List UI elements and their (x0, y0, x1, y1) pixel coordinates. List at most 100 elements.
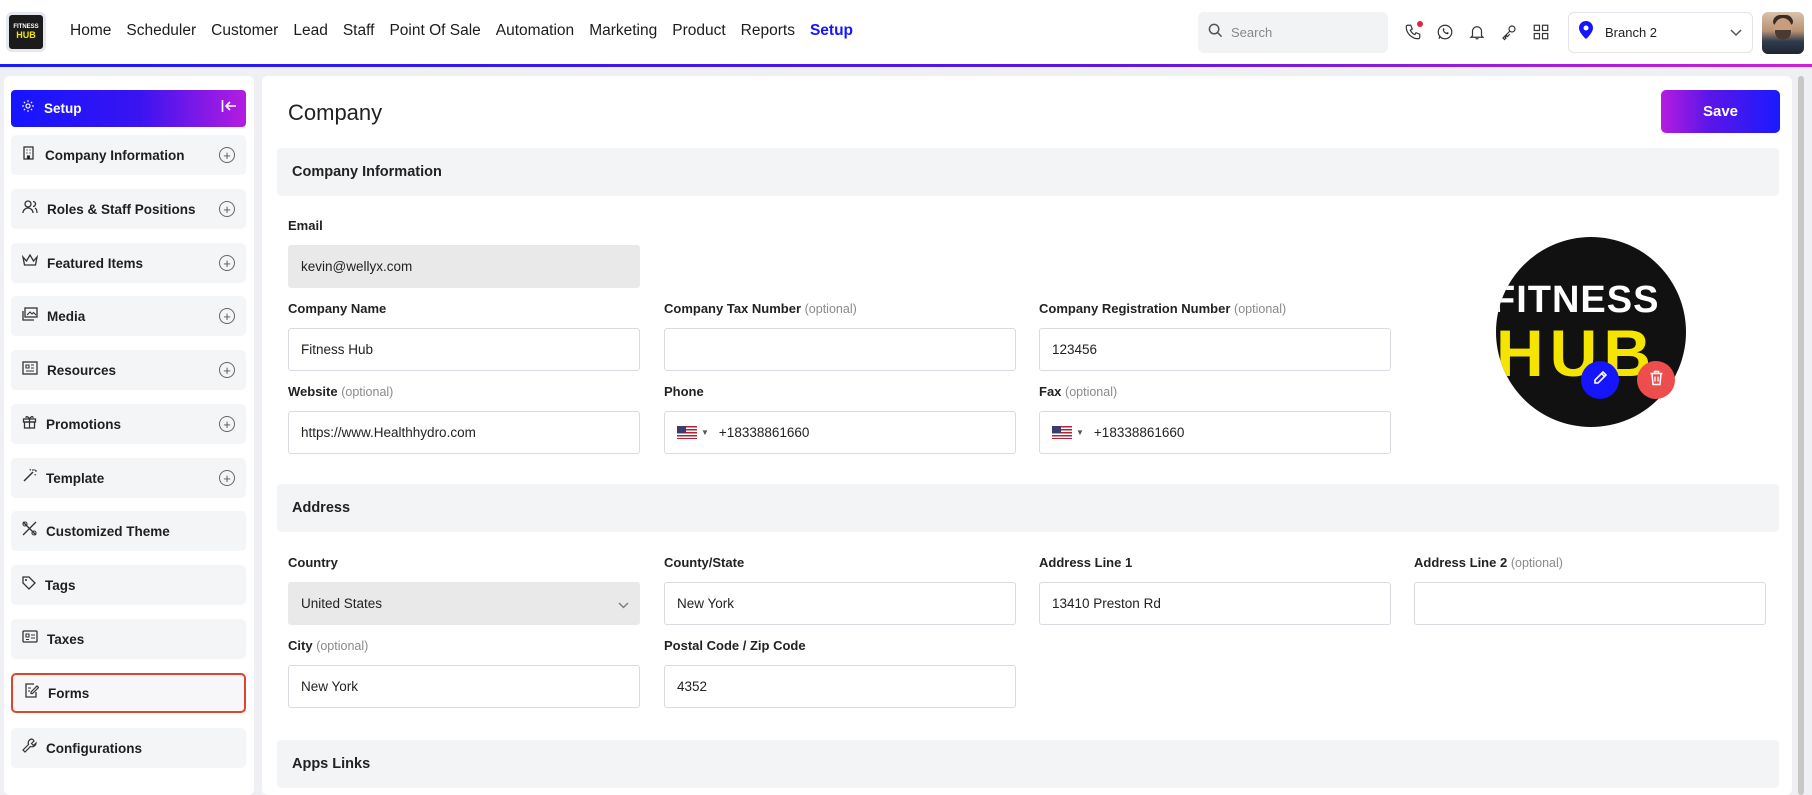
sidebar-item-template[interactable]: Template + (11, 458, 246, 498)
pencil-icon (1592, 370, 1608, 391)
building-icon (22, 145, 36, 165)
sidebar-item-label: Customized Theme (46, 523, 170, 539)
sidebar-item-label: Tags (45, 577, 76, 593)
expand-plus-icon[interactable]: + (219, 362, 235, 378)
collapse-sidebar-icon[interactable] (221, 99, 237, 118)
media-icon (22, 306, 38, 326)
email-field: kevin@wellyx.com (288, 245, 640, 288)
resources-icon (22, 360, 38, 380)
nav-lead[interactable]: Lead (293, 22, 327, 40)
caret-down-icon[interactable]: ▼ (701, 428, 709, 437)
sidebar-item-label: Media (47, 308, 86, 324)
nav-automation[interactable]: Automation (496, 22, 574, 40)
edit-logo-button[interactable] (1581, 361, 1619, 399)
sidebar-item-taxes[interactable]: Taxes (11, 619, 246, 659)
state-field[interactable]: New York (664, 582, 1016, 625)
wrench-icon (22, 738, 37, 758)
address-line1-label: Address Line 1 (1039, 555, 1133, 570)
crown-icon (21, 253, 39, 272)
tax-number-label: Company Tax Number (optional) (664, 301, 857, 316)
expand-plus-icon[interactable]: + (219, 416, 235, 432)
company-name-field[interactable]: Fitness Hub (288, 328, 640, 371)
website-field[interactable]: https://www.Healthhydro.com (288, 411, 640, 454)
chevron-down-icon (1730, 24, 1742, 42)
sidebar-item-company-information[interactable]: Company Information + (11, 135, 246, 175)
branch-selector[interactable]: Branch 2 (1568, 12, 1753, 53)
user-avatar[interactable] (1762, 12, 1804, 54)
expand-plus-icon[interactable]: + (219, 308, 235, 324)
nav-home[interactable]: Home (70, 22, 111, 40)
sidebar-item-tags[interactable]: Tags (11, 565, 246, 605)
nav-scheduler[interactable]: Scheduler (126, 22, 196, 40)
sidebar-header[interactable]: Setup (11, 90, 246, 127)
page-scrollbar[interactable] (1796, 76, 1806, 795)
section-company-information: Company Information (277, 148, 1779, 196)
form-icon (24, 683, 40, 703)
search-box[interactable] (1198, 12, 1388, 53)
sidebar-item-customized-theme[interactable]: Customized Theme (11, 511, 246, 551)
sidebar-item-label: Featured Items (47, 255, 144, 271)
us-flag-icon[interactable] (1052, 426, 1072, 439)
nav-customer[interactable]: Customer (211, 22, 278, 40)
gift-icon (22, 414, 37, 434)
main-nav: Home Scheduler Customer Lead Staff Point… (70, 22, 868, 40)
topbar-accent-line (0, 64, 1812, 67)
key-icon[interactable] (1498, 20, 1520, 44)
sidebar-item-label: Template (46, 470, 105, 486)
city-field[interactable]: New York (288, 665, 640, 708)
sidebar-header-label: Setup (44, 101, 82, 116)
apps-grid-icon[interactable] (1530, 20, 1552, 44)
country-select[interactable]: United States (288, 582, 640, 625)
save-button[interactable]: Save (1661, 90, 1780, 133)
sidebar-item-label: Promotions (46, 416, 122, 432)
registration-number-field[interactable]: 123456 (1039, 328, 1391, 371)
sidebar-item-label: Taxes (47, 631, 85, 647)
fax-label: Fax (optional) (1039, 384, 1118, 399)
whatsapp-icon[interactable] (1434, 20, 1456, 44)
nav-point-of-sale[interactable]: Point Of Sale (389, 22, 480, 40)
trash-icon (1649, 370, 1664, 391)
email-label: Email (288, 218, 323, 233)
expand-plus-icon[interactable]: + (219, 255, 235, 271)
chevron-down-icon (618, 597, 629, 612)
tag-icon (22, 575, 36, 595)
section-address: Address (277, 484, 1779, 532)
tax-number-field[interactable] (664, 328, 1016, 371)
sidebar-item-label: Forms (48, 685, 90, 701)
sidebar-item-media[interactable]: Media + (11, 296, 246, 336)
sidebar-item-configurations[interactable]: Configurations (11, 728, 246, 768)
sidebar-item-label: Resources (47, 362, 117, 378)
nav-staff[interactable]: Staff (343, 22, 375, 40)
nav-reports[interactable]: Reports (741, 22, 795, 40)
company-name-label: Company Name (288, 301, 387, 316)
delete-logo-button[interactable] (1637, 361, 1675, 399)
expand-plus-icon[interactable]: + (219, 201, 235, 217)
app-logo[interactable]: FITNESS HUB (6, 12, 46, 52)
phone-icon[interactable] (1402, 20, 1424, 44)
sidebar-item-resources[interactable]: Resources + (11, 350, 246, 390)
postal-code-label: Postal Code / Zip Code (664, 638, 806, 653)
expand-plus-icon[interactable]: + (219, 470, 235, 486)
address-line2-field[interactable] (1414, 582, 1766, 625)
fax-field[interactable]: ▼ +18338861660 (1039, 411, 1391, 454)
nav-marketing[interactable]: Marketing (589, 22, 657, 40)
search-input[interactable] (1231, 25, 1371, 40)
phone-field[interactable]: ▼ +18338861660 (664, 411, 1016, 454)
sidebar-item-roles-staff-positions[interactable]: Roles & Staff Positions + (11, 189, 246, 229)
users-icon (22, 199, 38, 219)
phone-notification-dot (1417, 21, 1423, 27)
setup-sidebar: Setup Company Information + Roles & Staf… (4, 76, 254, 795)
expand-plus-icon[interactable]: + (219, 147, 235, 163)
nav-product[interactable]: Product (672, 22, 725, 40)
sidebar-item-label: Company Information (45, 147, 185, 163)
address-line2-label: Address Line 2 (optional) (1414, 555, 1563, 570)
nav-setup[interactable]: Setup (810, 22, 853, 40)
sidebar-item-promotions[interactable]: Promotions + (11, 404, 246, 444)
sidebar-item-forms[interactable]: Forms (11, 673, 246, 713)
sidebar-item-featured-items[interactable]: Featured Items + (11, 243, 246, 283)
bell-icon[interactable] (1466, 20, 1488, 44)
us-flag-icon[interactable] (677, 426, 697, 439)
postal-code-field[interactable]: 4352 (664, 665, 1016, 708)
address-line1-field[interactable]: 13410 Preston Rd (1039, 582, 1391, 625)
caret-down-icon[interactable]: ▼ (1076, 428, 1084, 437)
